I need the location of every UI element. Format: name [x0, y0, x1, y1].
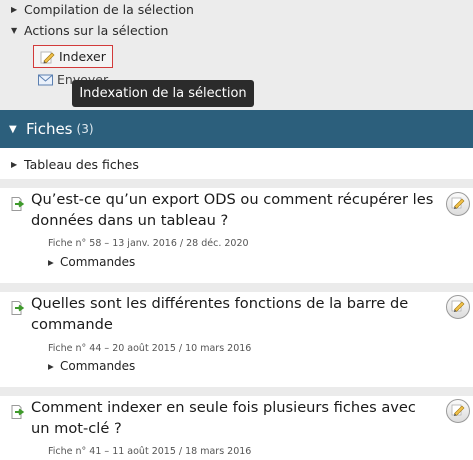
tree-item-compilation-label: Compilation de la sélection — [24, 1, 194, 17]
fiches-section-header[interactable]: ▼ Fiches (3) — [0, 110, 473, 148]
commandes-toggle[interactable]: ▶ Commandes — [48, 359, 135, 373]
tableau-des-fiches-toggle[interactable]: ▶ Tableau des fiches — [11, 155, 139, 173]
edit-fiche-button[interactable] — [446, 295, 470, 319]
indexer-button[interactable]: Indexer — [33, 45, 113, 68]
triangle-right-icon: ▶ — [48, 257, 54, 267]
document-arrow-icon — [11, 404, 25, 419]
tree-item-compilation[interactable]: ▶ Compilation de la sélection — [11, 0, 194, 18]
fiches-section-title: Fiches — [26, 120, 73, 138]
triangle-right-icon: ▶ — [11, 4, 18, 14]
commandes-label: Commandes — [60, 255, 136, 269]
edit-pencil-icon — [451, 298, 465, 317]
tableau-des-fiches-label: Tableau des fiches — [24, 156, 139, 172]
edit-pencil-icon — [451, 195, 465, 214]
tree-item-actions-label: Actions sur la sélection — [24, 22, 169, 38]
envelope-icon — [37, 73, 53, 87]
fiche-meta: Fiche n° 41 – 11 août 2015 / 18 mars 201… — [48, 446, 252, 457]
edit-fiche-button[interactable] — [446, 399, 470, 423]
triangle-down-icon: ▼ — [11, 25, 18, 35]
edit-pencil-icon — [451, 402, 465, 421]
tree-item-actions[interactable]: ▼ Actions sur la sélection — [11, 21, 168, 39]
fiche-meta: Fiche n° 44 – 20 août 2015 / 10 mars 201… — [48, 343, 252, 354]
tooltip: Indexation de la sélection — [72, 80, 254, 107]
document-arrow-icon — [11, 196, 25, 211]
fiche-title-link[interactable]: Quelles sont les différentes fonctions d… — [31, 294, 436, 335]
commandes-label: Commandes — [60, 359, 136, 373]
triangle-right-icon: ▶ — [11, 159, 18, 169]
fiche-title-link[interactable]: Qu’est-ce qu’un export ODS ou comment ré… — [31, 190, 436, 231]
pencil-icon — [39, 50, 55, 64]
triangle-down-icon: ▼ — [9, 123, 17, 135]
document-arrow-icon — [11, 300, 25, 315]
divider — [0, 283, 473, 292]
divider — [0, 179, 473, 188]
indexer-label: Indexer — [59, 49, 106, 64]
triangle-right-icon: ▶ — [48, 361, 54, 371]
fiches-count: (3) — [76, 122, 94, 136]
fiche-meta: Fiche n° 58 – 13 janv. 2016 / 28 déc. 20… — [48, 238, 249, 249]
divider — [0, 387, 473, 396]
commandes-toggle[interactable]: ▶ Commandes — [48, 255, 135, 269]
fiche-title-link[interactable]: Comment indexer en seule fois plusieurs … — [31, 398, 436, 439]
edit-fiche-button[interactable] — [446, 192, 470, 216]
